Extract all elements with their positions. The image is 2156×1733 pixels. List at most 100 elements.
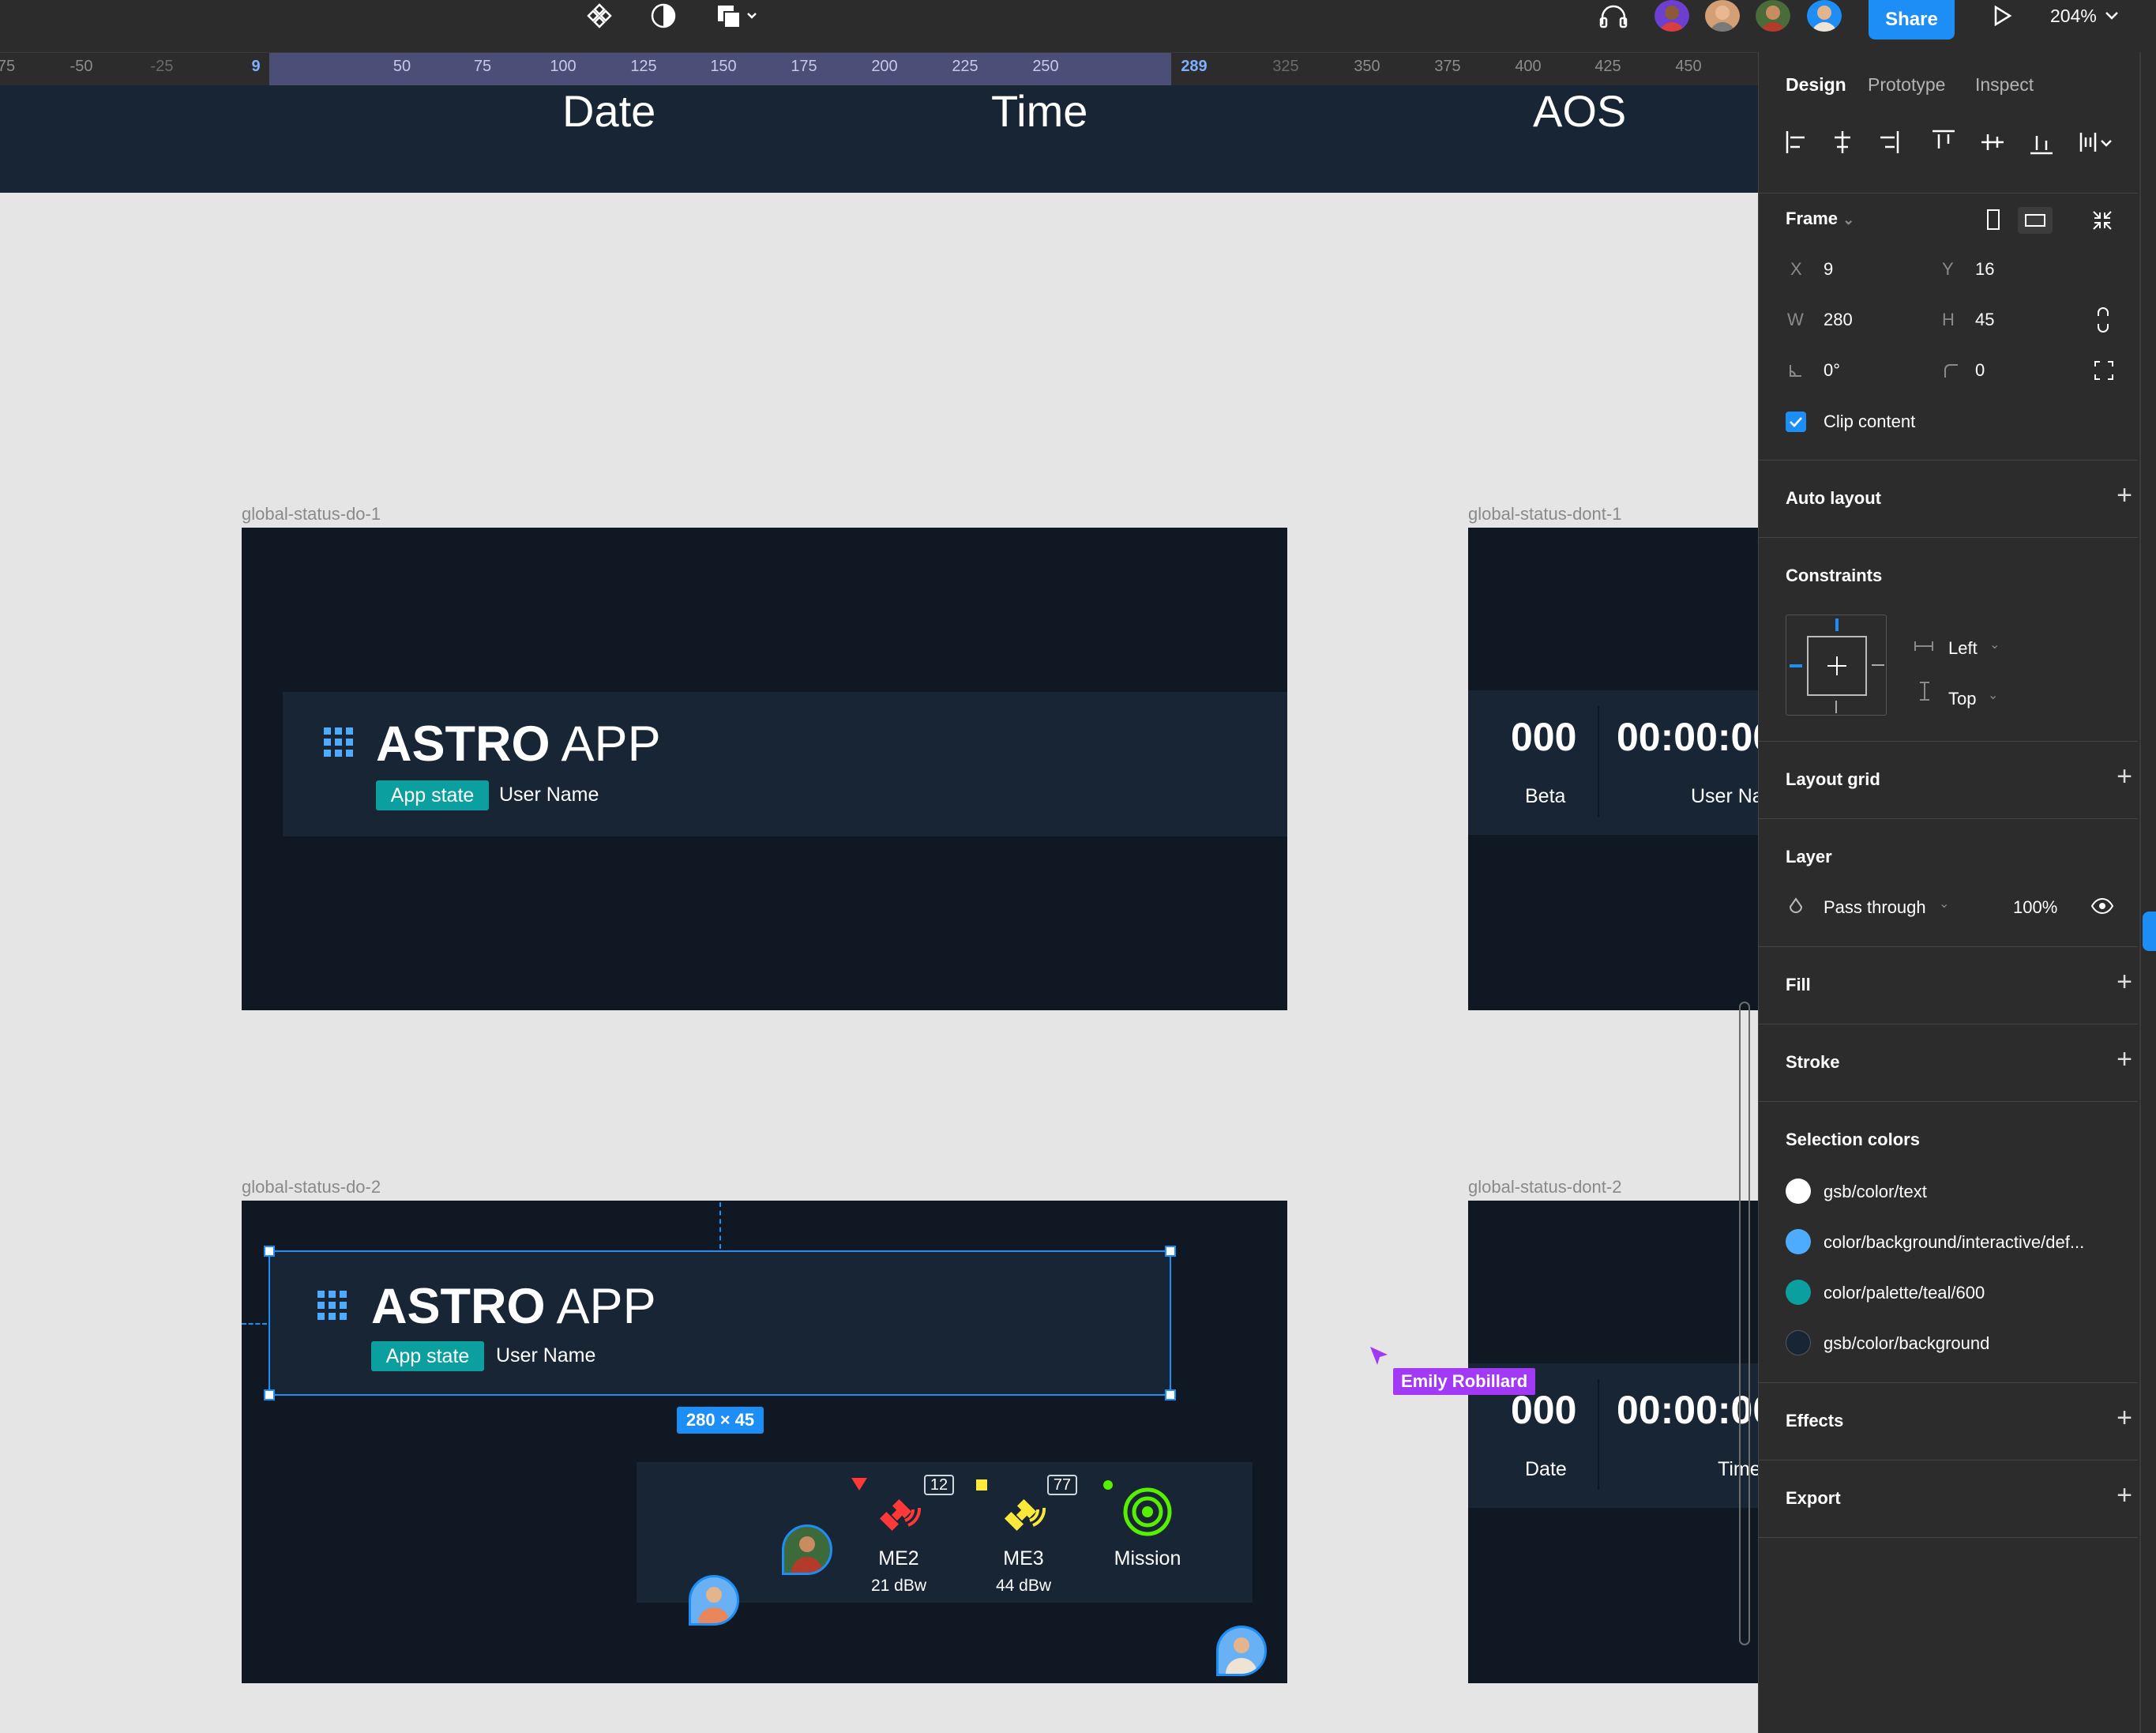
constraints-title: Constraints bbox=[1786, 566, 1883, 585]
frame-label-dont-2[interactable]: global-status-dont-2 bbox=[1468, 1177, 1621, 1197]
design-canvas[interactable]: Date Time AOS global-status-do-1 ASTRO A… bbox=[0, 85, 1758, 1733]
frame-global-status-do-1[interactable]: ASTRO APP App state User Name bbox=[242, 528, 1287, 1010]
resize-handle[interactable] bbox=[264, 1246, 275, 1257]
clip-content-checkbox[interactable] bbox=[1786, 412, 1806, 432]
x-field[interactable]: 9 bbox=[1824, 259, 1833, 280]
clock-sub-a: Beta bbox=[1525, 785, 1566, 807]
frame-label-dont-1[interactable]: global-status-dont-1 bbox=[1468, 504, 1621, 524]
checkmark-icon bbox=[1790, 417, 1802, 427]
opacity-field[interactable]: 100% bbox=[2013, 897, 2057, 918]
ruler-tick: 125 bbox=[630, 58, 657, 75]
alignment-toolbar[interactable] bbox=[1782, 126, 2122, 158]
constraint-left-indicator[interactable] bbox=[1790, 664, 1802, 667]
tab-inspect[interactable]: Inspect bbox=[1975, 74, 2034, 96]
ruler-tick: 75 bbox=[473, 58, 492, 75]
constraint-right-indicator[interactable] bbox=[1872, 664, 1884, 666]
frame-section-title[interactable]: Frame ⌄ bbox=[1786, 209, 1854, 229]
add-layout-grid-icon[interactable]: + bbox=[2117, 763, 2132, 790]
add-auto-layout-icon[interactable]: + bbox=[2117, 482, 2132, 509]
user-name-label: User Name bbox=[499, 784, 599, 806]
resize-to-fit-icon[interactable] bbox=[2090, 209, 2114, 232]
collaborator-avatar[interactable] bbox=[1655, 0, 1689, 32]
orientation-toggle[interactable] bbox=[1986, 207, 2081, 235]
share-button[interactable]: Share bbox=[1869, 0, 1955, 39]
satellite-icon[interactable] bbox=[873, 1489, 924, 1539]
properties-panel: Design Prototype Inspect Frame ⌄ X 9 Y 1… bbox=[1758, 52, 2156, 1733]
ruler-tick: 400 bbox=[1515, 58, 1542, 75]
constraints-widget[interactable] bbox=[1786, 615, 1887, 716]
top-toolbar: Share 204% bbox=[0, 0, 2156, 52]
monitor-badge: 77 bbox=[1047, 1475, 1077, 1495]
monitor-me3[interactable]: ME3 44 dBw bbox=[976, 1547, 1071, 1596]
constrain-proportions-icon[interactable] bbox=[2094, 306, 2113, 333]
monitor-label: Mission bbox=[1114, 1547, 1181, 1569]
resize-handle[interactable] bbox=[264, 1389, 275, 1400]
satellite-icon[interactable] bbox=[998, 1489, 1049, 1539]
monitor-me2[interactable]: ME2 21 dBw bbox=[851, 1547, 946, 1596]
add-fill-icon[interactable]: + bbox=[2117, 968, 2132, 995]
resize-handle[interactable] bbox=[1165, 1246, 1176, 1257]
clock-bar[interactable]: 000 00:00:00 Beta User Na bbox=[1468, 690, 1758, 835]
section-divider bbox=[1759, 1382, 2138, 1383]
w-field[interactable]: 280 bbox=[1824, 310, 1853, 330]
collaborator-avatar[interactable] bbox=[1705, 0, 1740, 32]
color-swatch[interactable] bbox=[1786, 1229, 1811, 1254]
global-status-bar[interactable]: ASTRO APP App state User Name bbox=[283, 692, 1287, 836]
constraint-bottom-indicator[interactable] bbox=[1835, 701, 1837, 713]
ruler-tick-selection-end: 289 bbox=[1181, 58, 1208, 75]
tab-prototype[interactable]: Prototype bbox=[1868, 74, 1945, 96]
frame-label-do-1[interactable]: global-status-do-1 bbox=[242, 504, 381, 524]
frame-global-status-dont-1[interactable]: 000 00:00:00 Beta User Na bbox=[1468, 528, 1758, 1010]
collaborator-cursor-avatar bbox=[689, 1575, 739, 1626]
color-swatch[interactable] bbox=[1786, 1179, 1811, 1204]
selection-color-label[interactable]: gsb/color/background bbox=[1824, 1333, 2092, 1354]
add-effect-icon[interactable]: + bbox=[2117, 1404, 2132, 1431]
color-swatch[interactable] bbox=[1786, 1280, 1811, 1305]
eye-icon[interactable] bbox=[2090, 897, 2114, 915]
horizontal-constraint-dropdown[interactable]: Left bbox=[1948, 638, 1978, 659]
blend-mode-dropdown[interactable]: Pass through bbox=[1824, 897, 1926, 918]
tab-design[interactable]: Design bbox=[1786, 74, 1846, 96]
clip-content-label: Clip content bbox=[1824, 412, 1916, 431]
collaborator-avatar[interactable] bbox=[1807, 0, 1842, 32]
constraint-top-indicator[interactable] bbox=[1835, 618, 1839, 631]
headphones-icon[interactable] bbox=[1594, 0, 1633, 32]
radius-field[interactable]: 0 bbox=[1975, 360, 1985, 381]
spacing-guide bbox=[719, 1202, 721, 1249]
component-icon[interactable] bbox=[580, 0, 619, 32]
play-icon[interactable] bbox=[1982, 0, 2022, 32]
resize-handle[interactable] bbox=[1165, 1389, 1176, 1400]
contrast-icon[interactable] bbox=[644, 0, 683, 32]
mission-target-icon[interactable] bbox=[1121, 1486, 1174, 1538]
panel-scroll-handle[interactable] bbox=[2143, 912, 2156, 951]
rotation-field[interactable]: 0° bbox=[1824, 360, 1840, 381]
y-field[interactable]: 16 bbox=[1975, 259, 1994, 280]
shapes-icon[interactable] bbox=[709, 0, 764, 32]
canvas-scrollbar[interactable] bbox=[1739, 1002, 1750, 1645]
selection-box[interactable] bbox=[264, 1246, 1176, 1400]
selection-color-label[interactable]: color/palette/teal/600 bbox=[1824, 1283, 2092, 1303]
selection-color-label[interactable]: color/background/interactive/def... bbox=[1824, 1232, 2092, 1253]
collaborator-avatar[interactable] bbox=[1756, 0, 1790, 32]
frame-label-do-2[interactable]: global-status-do-2 bbox=[242, 1177, 381, 1197]
vertical-constraint-dropdown[interactable]: Top bbox=[1948, 689, 1976, 709]
selection-color-label[interactable]: gsb/color/text bbox=[1824, 1182, 2092, 1202]
clock-value-a: 000 bbox=[1511, 715, 1577, 759]
x-label: X bbox=[1790, 259, 1802, 279]
header-band-frame[interactable]: Date Time AOS bbox=[0, 85, 1758, 193]
ruler-tick: 375 bbox=[1434, 58, 1461, 75]
h-field[interactable]: 45 bbox=[1975, 310, 1994, 330]
section-divider bbox=[1759, 741, 2138, 742]
add-export-icon[interactable]: + bbox=[2117, 1482, 2132, 1509]
color-swatch[interactable] bbox=[1786, 1330, 1811, 1355]
independent-corners-icon[interactable] bbox=[2094, 360, 2114, 381]
frame-global-status-dont-2[interactable]: 000 00:00:00 Date Time bbox=[1468, 1201, 1758, 1683]
collaborator-cursor-avatar bbox=[1216, 1626, 1267, 1676]
chevron-down-icon: ⌄ bbox=[1988, 689, 1999, 702]
monitor-mission[interactable]: Mission bbox=[1100, 1547, 1195, 1570]
add-stroke-icon[interactable]: + bbox=[2117, 1046, 2132, 1073]
blend-mode-icon bbox=[1789, 897, 1803, 913]
zoom-dropdown[interactable]: 204% bbox=[2050, 0, 2119, 32]
grid-menu-icon[interactable] bbox=[324, 727, 353, 757]
collaborator-name-tag: Emily Robillard bbox=[1393, 1368, 1536, 1395]
